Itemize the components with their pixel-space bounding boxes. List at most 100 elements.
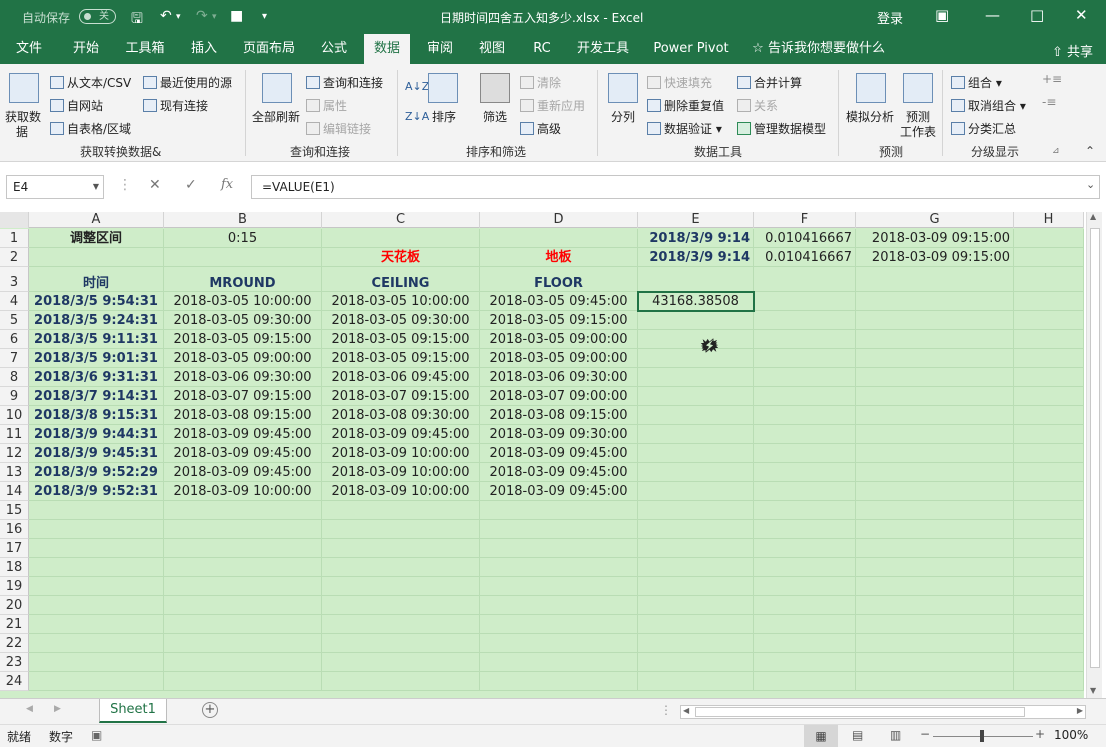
cell-F7[interactable] <box>754 349 856 368</box>
cell-value-A4[interactable]: 2018/3/5 9:54:31 <box>29 292 164 311</box>
cell-value-A3[interactable]: 时间 <box>29 267 164 292</box>
cell-A20[interactable] <box>29 596 164 615</box>
minimize-icon[interactable]: — <box>985 6 1000 24</box>
cell-value-B6[interactable]: 2018-03-05 09:15:00 <box>164 330 322 349</box>
cell-value-B9[interactable]: 2018-03-07 09:15:00 <box>164 387 322 406</box>
cell-E12[interactable] <box>638 444 754 463</box>
cell-H3[interactable] <box>1014 267 1084 292</box>
tab-file[interactable]: 文件 <box>4 34 54 64</box>
worksheet-grid[interactable]: ABCDEFGH 1 2 3 4 5 6 7 8 9 10 11 12 13 14 15 16 17 18 19 20… <box>0 212 1084 698</box>
prev-sheet-icon[interactable]: ◀ <box>26 704 33 714</box>
existing-connections-button[interactable]: 现有连接 <box>143 97 208 114</box>
tab-home[interactable]: 开始 <box>61 34 111 64</box>
tab-page-layout[interactable]: 页面布局 <box>237 34 301 64</box>
cell-A16[interactable] <box>29 520 164 539</box>
cell-value-A6[interactable]: 2018/3/5 9:11:31 <box>29 330 164 349</box>
open-folder-icon[interactable]: ■ <box>230 8 243 24</box>
cell-B21[interactable] <box>164 615 322 634</box>
cell-H8[interactable] <box>1014 368 1084 387</box>
cell-value-B1[interactable]: 0:15 <box>164 229 322 248</box>
hide-detail-icon[interactable]: -≡ <box>1042 95 1056 109</box>
cell-F23[interactable] <box>754 653 856 672</box>
cell-A22[interactable] <box>29 634 164 653</box>
cell-F11[interactable] <box>754 425 856 444</box>
cell-G24[interactable] <box>856 672 1014 691</box>
cell-A17[interactable] <box>29 539 164 558</box>
cell-H14[interactable] <box>1014 482 1084 501</box>
cell-F21[interactable] <box>754 615 856 634</box>
row-header-6[interactable]: 6 <box>0 330 29 349</box>
cell-E9[interactable] <box>638 387 754 406</box>
tell-me-search[interactable]: 告诉我你想要做什么 <box>768 34 885 64</box>
enter-icon[interactable]: ✓ <box>185 177 197 193</box>
row-header-16[interactable]: 16 <box>0 520 29 539</box>
cell-F12[interactable] <box>754 444 856 463</box>
undo-dropdown-icon[interactable]: ▾ <box>176 12 181 22</box>
cell-F8[interactable] <box>754 368 856 387</box>
cell-A15[interactable] <box>29 501 164 520</box>
cell-C19[interactable] <box>322 577 480 596</box>
cell-value-D13[interactable]: 2018-03-09 09:45:00 <box>480 463 638 482</box>
cell-C15[interactable] <box>322 501 480 520</box>
row-header-21[interactable]: 21 <box>0 615 29 634</box>
from-text-csv-button[interactable]: 从文本/CSV <box>50 74 131 91</box>
cell-D17[interactable] <box>480 539 638 558</box>
split-handle-icon[interactable]: ⋮ <box>660 703 672 717</box>
cancel-icon[interactable]: ✕ <box>149 177 161 193</box>
row-header-24[interactable]: 24 <box>0 672 29 691</box>
horizontal-scrollbar[interactable]: ◀ ▶ <box>680 705 1086 719</box>
cell-value-E4[interactable]: 43168.38508 <box>638 292 754 311</box>
cell-G6[interactable] <box>856 330 1014 349</box>
cell-F6[interactable] <box>754 330 856 349</box>
cell-E6[interactable] <box>638 330 754 349</box>
cell-E8[interactable] <box>638 368 754 387</box>
cell-value-A10[interactable]: 2018/3/8 9:15:31 <box>29 406 164 425</box>
share-button[interactable]: ⇧ 共享 <box>1052 41 1093 60</box>
cell-value-D3[interactable]: FLOOR <box>480 267 638 292</box>
cell-H22[interactable] <box>1014 634 1084 653</box>
cell-C22[interactable] <box>322 634 480 653</box>
refresh-all-button[interactable]: 全部刷新 <box>252 108 300 125</box>
collapse-ribbon-icon[interactable]: ⌃ <box>1085 144 1095 158</box>
cell-value-A12[interactable]: 2018/3/9 9:45:31 <box>29 444 164 463</box>
cell-G13[interactable] <box>856 463 1014 482</box>
zoom-out-icon[interactable]: − <box>920 727 930 741</box>
cell-B23[interactable] <box>164 653 322 672</box>
next-sheet-icon[interactable]: ▶ <box>54 704 61 714</box>
autosave-toggle[interactable]: 关 <box>79 9 116 24</box>
scroll-up-icon[interactable]: ▲ <box>1090 212 1096 221</box>
cell-G19[interactable] <box>856 577 1014 596</box>
flash-fill-button[interactable]: 快速填充 <box>647 74 712 91</box>
cell-E24[interactable] <box>638 672 754 691</box>
cell-value-B4[interactable]: 2018-03-05 10:00:00 <box>164 292 322 311</box>
cell-E5[interactable] <box>638 311 754 330</box>
cell-H2[interactable] <box>1014 248 1084 267</box>
maximize-icon[interactable]: □ <box>1030 6 1044 24</box>
properties-button[interactable]: 属性 <box>306 97 347 114</box>
cell-A21[interactable] <box>29 615 164 634</box>
cell-C24[interactable] <box>322 672 480 691</box>
clear-filter-button[interactable]: 清除 <box>520 74 561 91</box>
cell-B18[interactable] <box>164 558 322 577</box>
cell-value-C8[interactable]: 2018-03-06 09:45:00 <box>322 368 480 387</box>
cell-G7[interactable] <box>856 349 1014 368</box>
cell-G21[interactable] <box>856 615 1014 634</box>
row-header-4[interactable]: 4 <box>0 292 29 311</box>
cell-D21[interactable] <box>480 615 638 634</box>
column-header-E[interactable]: E <box>638 212 754 228</box>
cell-value-D9[interactable]: 2018-03-07 09:00:00 <box>480 387 638 406</box>
cell-G10[interactable] <box>856 406 1014 425</box>
zoom-level[interactable]: 100% <box>1054 728 1088 742</box>
get-data-button-line2[interactable]: 据 <box>16 123 28 140</box>
customize-qat-icon[interactable]: ▾ <box>262 11 267 22</box>
cell-value-A13[interactable]: 2018/3/9 9:52:29 <box>29 463 164 482</box>
cell-H4[interactable] <box>1014 292 1084 311</box>
cell-value-F1[interactable]: 0.010416667 <box>754 229 856 248</box>
cell-B17[interactable] <box>164 539 322 558</box>
row-header-15[interactable]: 15 <box>0 501 29 520</box>
cell-value-G1[interactable]: 2018-03-09 09:15:00 <box>856 229 1014 248</box>
row-header-1[interactable]: 1 <box>0 229 29 248</box>
from-table-button[interactable]: 自表格/区域 <box>50 120 131 137</box>
cell-H10[interactable] <box>1014 406 1084 425</box>
cell-F9[interactable] <box>754 387 856 406</box>
